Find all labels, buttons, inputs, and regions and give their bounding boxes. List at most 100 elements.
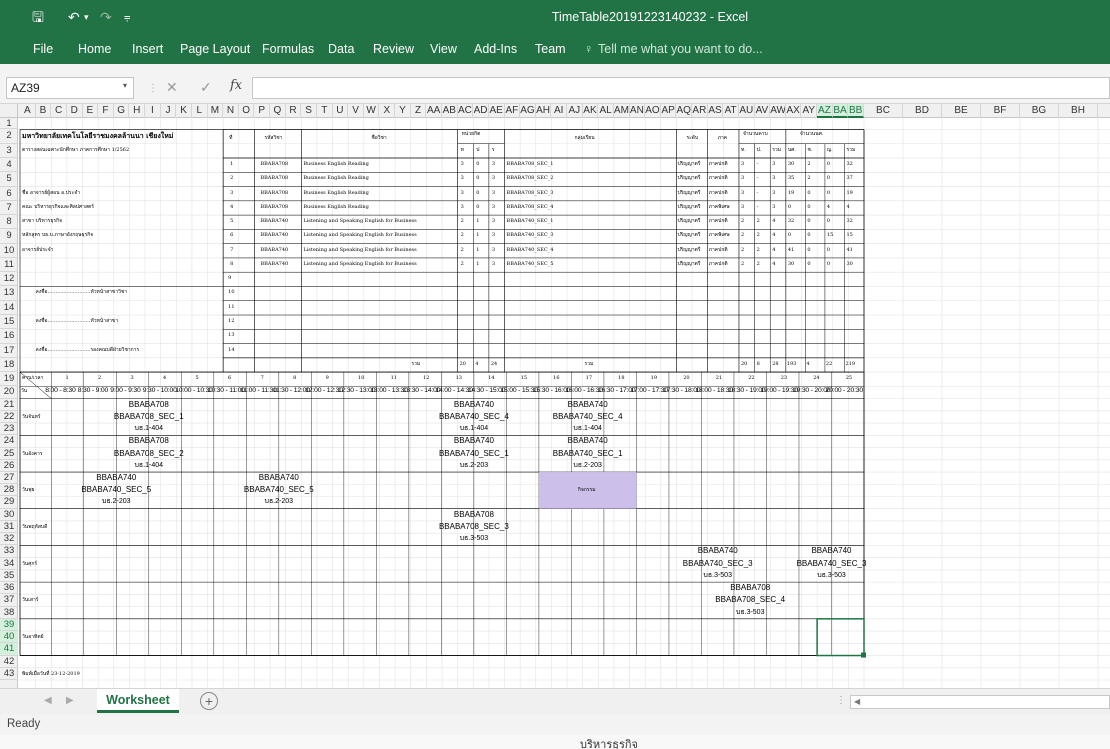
- column-header[interactable]: L: [192, 104, 208, 118]
- row-header[interactable]: 33: [0, 545, 18, 558]
- column-header[interactable]: AU: [739, 104, 755, 118]
- column-header[interactable]: C: [51, 104, 67, 118]
- row-header[interactable]: 17: [0, 344, 18, 358]
- row-header[interactable]: 26: [0, 460, 18, 472]
- column-header[interactable]: D: [67, 104, 83, 118]
- row-header[interactable]: 34: [0, 558, 18, 570]
- column-header[interactable]: AS: [708, 104, 724, 118]
- column-header[interactable]: BB: [848, 104, 864, 118]
- column-header[interactable]: AC: [458, 104, 474, 118]
- tab-home[interactable]: Home: [78, 42, 111, 56]
- column-header[interactable]: M: [208, 104, 224, 118]
- column-header[interactable]: AM: [614, 104, 630, 118]
- next-sheet-icon[interactable]: ▶: [66, 695, 74, 706]
- column-header[interactable]: AF: [505, 104, 521, 118]
- column-header[interactable]: O: [239, 104, 255, 118]
- column-header[interactable]: J: [161, 104, 177, 118]
- column-header[interactable]: AY: [801, 104, 818, 118]
- column-header[interactable]: AI: [551, 104, 568, 118]
- row-header[interactable]: 23: [0, 423, 18, 436]
- tab-team[interactable]: Team: [535, 42, 566, 56]
- row-header[interactable]: 12: [0, 272, 18, 287]
- row-header[interactable]: 16: [0, 329, 18, 344]
- row-header[interactable]: 41: [0, 643, 18, 656]
- column-header[interactable]: BI: [1098, 104, 1110, 118]
- column-header[interactable]: AR: [692, 104, 708, 118]
- row-header[interactable]: 3: [0, 144, 18, 158]
- column-header[interactable]: AE: [489, 104, 505, 118]
- column-header[interactable]: H: [129, 104, 146, 118]
- column-header[interactable]: E: [83, 104, 99, 118]
- column-header[interactable]: AN: [630, 104, 646, 118]
- tab-data[interactable]: Data: [328, 42, 354, 56]
- column-header[interactable]: Q: [270, 104, 286, 118]
- column-header[interactable]: AG: [520, 104, 536, 118]
- redo-icon[interactable]: ↷: [100, 8, 112, 26]
- column-header[interactable]: BE: [942, 104, 981, 118]
- row-header[interactable]: 24: [0, 435, 18, 448]
- row-header[interactable]: 29: [0, 496, 18, 509]
- formula-input[interactable]: [252, 77, 1110, 99]
- column-header[interactable]: AL: [598, 104, 614, 118]
- sheet-tab-worksheet[interactable]: Worksheet: [97, 689, 179, 713]
- tab-split-handle-icon[interactable]: ⋮: [836, 695, 846, 706]
- row-header[interactable]: 37: [0, 594, 18, 607]
- column-header[interactable]: AQ: [676, 104, 693, 118]
- column-header[interactable]: S: [301, 104, 317, 118]
- column-header[interactable]: Y: [395, 104, 411, 118]
- row-header[interactable]: 20: [0, 386, 18, 399]
- column-header[interactable]: AW: [770, 104, 786, 118]
- undo-icon[interactable]: ↶: [68, 8, 80, 26]
- column-header[interactable]: AV: [755, 104, 771, 118]
- column-header[interactable]: AB: [442, 104, 458, 118]
- column-header[interactable]: AJ: [567, 104, 583, 118]
- column-header[interactable]: AA: [426, 104, 442, 118]
- column-header[interactable]: AK: [583, 104, 599, 118]
- column-header[interactable]: T: [317, 104, 333, 118]
- row-header[interactable]: 38: [0, 607, 18, 619]
- column-header[interactable]: AT: [723, 104, 739, 118]
- row-header[interactable]: 40: [0, 631, 18, 644]
- column-header[interactable]: B: [36, 104, 52, 118]
- column-header[interactable]: F: [98, 104, 114, 118]
- row-header[interactable]: 25: [0, 448, 18, 460]
- tab-insert[interactable]: Insert: [132, 42, 163, 56]
- column-header[interactable]: X: [379, 104, 396, 118]
- customize-qat-icon[interactable]: ⩦: [124, 8, 130, 26]
- prev-sheet-icon[interactable]: ◀: [44, 695, 52, 706]
- column-header[interactable]: BC: [864, 104, 903, 118]
- row-header[interactable]: 9: [0, 229, 18, 244]
- tab-add-ins[interactable]: Add-Ins: [474, 42, 517, 56]
- tab-view[interactable]: View: [430, 42, 457, 56]
- column-header[interactable]: BD: [903, 104, 942, 118]
- add-sheet-icon[interactable]: +: [200, 692, 218, 710]
- tab-review[interactable]: Review: [373, 42, 414, 56]
- column-header[interactable]: G: [114, 104, 130, 118]
- row-header[interactable]: 28: [0, 484, 18, 497]
- row-header[interactable]: 39: [0, 618, 18, 632]
- row-header[interactable]: 18: [0, 358, 18, 373]
- undo-dropdown-icon[interactable]: ▾: [84, 8, 89, 26]
- column-header[interactable]: P: [254, 104, 271, 118]
- column-header[interactable]: BF: [981, 104, 1020, 118]
- row-header[interactable]: 35: [0, 570, 18, 583]
- row-header[interactable]: 36: [0, 582, 18, 595]
- row-header[interactable]: 19: [0, 372, 18, 387]
- save-icon[interactable]: 🖫: [32, 8, 44, 26]
- worksheet-grid[interactable]: มหาวิทยาลัยเทคโนโลยีราชมงคลล้านนา เชียงใ…: [18, 118, 1110, 688]
- select-all-corner[interactable]: [0, 104, 18, 118]
- column-header[interactable]: AH: [536, 104, 552, 118]
- row-header[interactable]: 14: [0, 301, 18, 315]
- column-header[interactable]: R: [286, 104, 302, 118]
- insert-function-icon[interactable]: fx: [230, 78, 242, 93]
- row-header[interactable]: 27: [0, 472, 18, 485]
- row-header[interactable]: 13: [0, 286, 18, 301]
- column-header[interactable]: U: [333, 104, 349, 118]
- row-header[interactable]: 21: [0, 399, 18, 411]
- row-header[interactable]: 2: [0, 129, 18, 144]
- column-header[interactable]: AP: [661, 104, 677, 118]
- row-header[interactable]: 8: [0, 215, 18, 230]
- row-header[interactable]: 11: [0, 258, 18, 273]
- row-header[interactable]: 15: [0, 315, 18, 330]
- column-header[interactable]: BA: [832, 104, 849, 118]
